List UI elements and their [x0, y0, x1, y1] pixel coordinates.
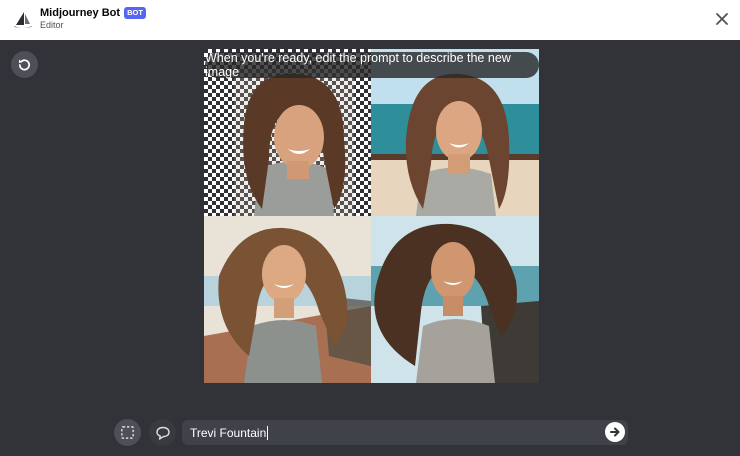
send-button[interactable] — [605, 422, 625, 442]
bot-badge: BOT — [124, 7, 146, 19]
image-grid[interactable] — [204, 49, 539, 383]
midjourney-sailboat-icon — [14, 12, 32, 28]
arrow-right-icon — [610, 427, 620, 437]
prompt-input[interactable] — [190, 420, 600, 445]
title-row: Midjourney Bot BOT — [40, 7, 146, 19]
rectangle-select-button[interactable] — [114, 419, 141, 446]
image-tile-3[interactable] — [204, 216, 371, 383]
bot-name: Midjourney Bot — [40, 7, 121, 19]
text-caret — [267, 426, 268, 440]
edit-prompt-button[interactable] — [149, 419, 176, 446]
close-icon[interactable] — [711, 8, 733, 30]
portrait-image-3 — [204, 216, 371, 383]
undo-icon — [18, 59, 30, 71]
editor-subtitle: Editor — [40, 20, 64, 30]
speech-bubble-icon — [155, 426, 170, 440]
portrait-image-4 — [371, 216, 539, 383]
rectangle-select-icon — [121, 426, 134, 439]
image-tile-4[interactable] — [371, 216, 539, 383]
reset-button[interactable] — [11, 51, 38, 78]
editor-header: Midjourney Bot BOT Editor — [0, 0, 740, 40]
instruction-tooltip: When you're ready, edit the prompt to de… — [205, 51, 539, 79]
prompt-bar[interactable] — [182, 420, 628, 445]
